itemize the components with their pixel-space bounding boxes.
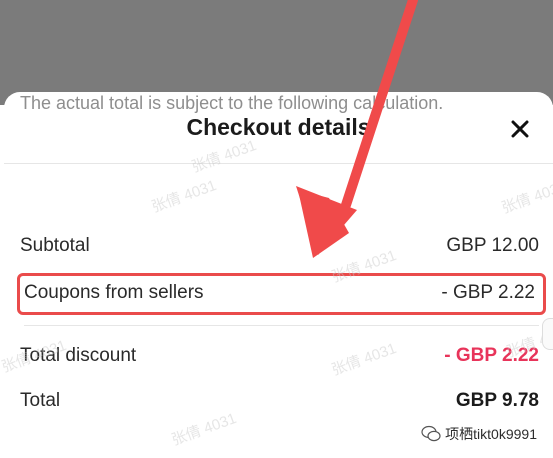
chat-icon [421,425,441,442]
close-button[interactable] [505,114,535,144]
subtotal-row: Subtotal GBP 12.00 [20,235,539,265]
total-value: GBP 9.78 [455,390,539,411]
total-discount-label: Total discount [20,345,137,366]
subtotal-value: GBP 12.00 [446,235,539,256]
subtotal-label: Subtotal [20,235,90,256]
footer-credit: 项栖tikt0k9991 [421,424,537,444]
total-label: Total [20,390,61,411]
header-divider [4,163,553,164]
total-discount-value: - GBP 2.22 [444,345,539,366]
overlay-backdrop[interactable] [0,0,553,105]
calculation-note: The actual total is subject to the follo… [20,93,444,113]
footer-credit-text: 项栖tikt0k9991 [445,426,537,442]
coupons-highlight-box [17,273,546,315]
total-row: Total GBP 9.78 [20,390,539,420]
total-discount-row: Total discount - GBP 2.22 [20,345,539,375]
side-scroll-handle[interactable] [542,318,553,350]
sheet-title: Checkout details [186,114,371,140]
totals-divider [24,325,539,326]
close-icon [511,120,529,138]
